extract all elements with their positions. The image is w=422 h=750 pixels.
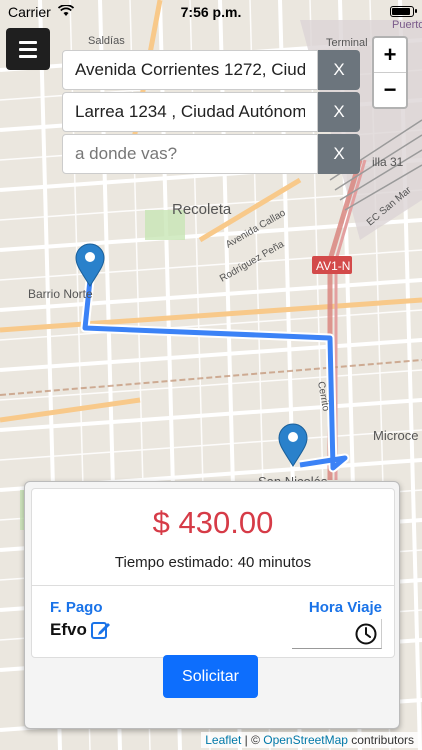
label-av1n: AV1-N [316,259,350,273]
clear-origin-button[interactable]: X [318,50,360,90]
request-button[interactable]: Solicitar [163,655,258,698]
clear-search-button[interactable]: X [318,134,360,174]
address-panel: X X X [62,50,360,176]
trip-time-label: Hora Viaje [308,599,382,616]
menu-button[interactable] [6,28,50,70]
hamburger-icon [19,40,37,44]
search-row: X [62,134,360,176]
trip-time-picker[interactable] [292,619,382,649]
clear-destination-button[interactable]: X [318,92,360,132]
destination-row: X [62,92,360,134]
origin-input[interactable] [62,50,318,90]
trip-summary: $ 430.00 Tiempo estimado: 40 minutos F. … [31,488,395,658]
where-to-input[interactable] [62,134,318,174]
leaflet-link[interactable]: Leaflet [205,733,241,747]
zoom-in-button[interactable]: + [374,38,406,73]
status-bar: Carrier 7:56 p.m. [0,0,422,22]
trip-price: $ 430.00 [152,505,274,540]
payment-method[interactable]: Efvo [50,620,111,640]
label-microcentro: Microce [373,428,419,443]
zoom-control: + − [372,36,408,109]
edit-icon[interactable] [90,620,111,640]
label-recoleta: Recoleta [172,201,232,218]
payment-label: F. Pago [50,599,103,616]
clock-icon [355,623,377,644]
label-barrio-norte: Barrio Norte [28,287,93,301]
label-terminal: Terminal [326,37,368,49]
origin-row: X [62,50,360,92]
osm-link[interactable]: OpenStreetMap [263,733,348,747]
payment-value: Efvo [50,620,87,639]
label-saldias: Saldías [88,35,125,47]
map-attribution: Leaflet | © OpenStreetMap contributors [201,732,418,748]
battery-icon [390,6,417,17]
label-villa: illa 31 [372,155,404,169]
clock: 7:56 p.m. [180,4,242,20]
zoom-out-button[interactable]: − [374,73,406,107]
destination-input[interactable] [62,92,318,132]
divider [32,585,394,586]
estimated-time: Tiempo estimado: 40 minutos [114,554,312,571]
